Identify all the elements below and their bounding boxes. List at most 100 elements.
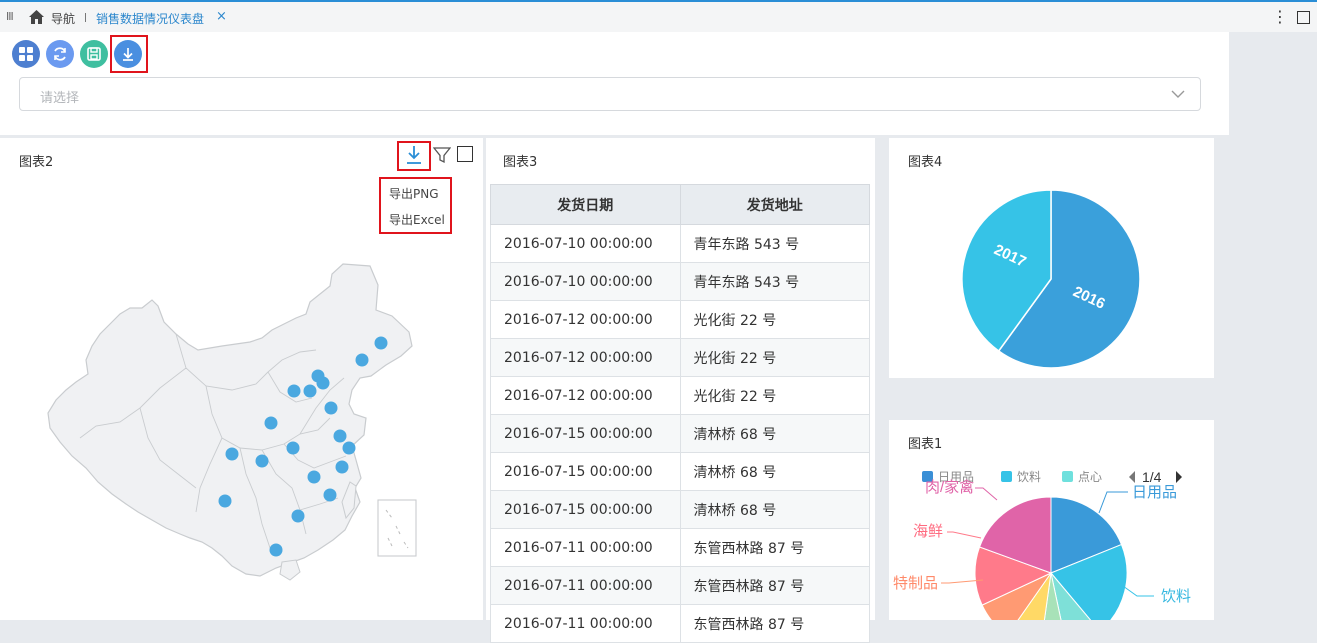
- home-icon[interactable]: [28, 9, 45, 25]
- pie-label-drink: 饮料: [1161, 588, 1191, 605]
- legend-next-icon[interactable]: [1176, 471, 1182, 483]
- pie-label-seafood: 海鲜: [913, 523, 943, 540]
- table-row[interactable]: 2016-07-12 00:00:00 光化街 22 号: [490, 300, 870, 339]
- label-line-seafood: [947, 531, 982, 539]
- filter-panel: 请选择: [0, 32, 1229, 135]
- column-header-date[interactable]: 发货日期: [490, 184, 681, 225]
- grid-icon: [19, 47, 33, 61]
- cell-date: 2016-07-10 00:00:00: [490, 224, 681, 263]
- year-pie-chart: 2016 2017: [961, 189, 1141, 369]
- pie-label-meat: 肉/家禽: [925, 479, 974, 496]
- more-icon[interactable]: ⋮: [1272, 7, 1288, 26]
- table-row[interactable]: 2016-07-12 00:00:00 光化街 22 号: [490, 338, 870, 377]
- download-highlight-box: [110, 35, 148, 73]
- map-point[interactable]: [323, 488, 337, 502]
- cell-address: 光化街 22 号: [679, 376, 870, 415]
- legend-swatch-snack[interactable]: [1062, 471, 1073, 482]
- map-point[interactable]: [335, 460, 349, 474]
- shipping-table: 发货日期 发货地址 2016-07-10 00:00:00 青年东路 543 号 …: [490, 184, 870, 643]
- map-point[interactable]: [286, 441, 300, 455]
- tab-dashboard[interactable]: 销售数据情况仪表盘: [96, 10, 204, 27]
- legend-label-snack[interactable]: 点心: [1078, 470, 1102, 484]
- tab-bar: III 导航 销售数据情况仪表盘 × ⋮: [0, 0, 1317, 32]
- label-line-meat: [975, 487, 998, 501]
- map-point[interactable]: [255, 454, 269, 468]
- cell-date: 2016-07-15 00:00:00: [490, 414, 681, 453]
- map-point[interactable]: [355, 353, 369, 367]
- hainan-island: [279, 559, 301, 581]
- table-row[interactable]: 2016-07-11 00:00:00 东管西林路 87 号: [490, 604, 870, 643]
- cell-date: 2016-07-11 00:00:00: [490, 566, 681, 605]
- save-button[interactable]: [80, 40, 108, 68]
- layout-button[interactable]: [12, 40, 40, 68]
- save-icon: [87, 47, 101, 61]
- refresh-icon: [54, 47, 66, 61]
- map-point[interactable]: [218, 494, 232, 508]
- chart1-panel: 图表1 日用品 饮料 点心 1/4 日用品 饮料 肉/家禽 海鲜 特制品: [889, 420, 1214, 620]
- pie1-slices: [974, 496, 1128, 620]
- map-point[interactable]: [324, 401, 338, 415]
- map-point[interactable]: [264, 416, 278, 430]
- cell-address: 清林桥 68 号: [679, 414, 870, 453]
- map-point[interactable]: [374, 336, 388, 350]
- map-point[interactable]: [269, 543, 283, 557]
- cell-address: 清林桥 68 号: [679, 490, 870, 529]
- cell-date: 2016-07-15 00:00:00: [490, 452, 681, 491]
- china-map: [47, 263, 417, 581]
- map-region-outline: [47, 263, 413, 577]
- maximize-icon[interactable]: [1297, 11, 1310, 24]
- table-row[interactable]: 2016-07-11 00:00:00 东管西林路 87 号: [490, 528, 870, 567]
- table-row[interactable]: 2016-07-15 00:00:00 清林桥 68 号: [490, 490, 870, 529]
- table-row[interactable]: 2016-07-12 00:00:00 光化街 22 号: [490, 376, 870, 415]
- legend-swatch-drink[interactable]: [1001, 471, 1012, 482]
- tab-divider: [85, 13, 86, 22]
- map-point[interactable]: [333, 429, 347, 443]
- table-row[interactable]: 2016-07-10 00:00:00 青年东路 543 号: [490, 262, 870, 301]
- cell-address: 东管西林路 87 号: [679, 566, 870, 605]
- table-row[interactable]: 2016-07-15 00:00:00 清林桥 68 号: [490, 452, 870, 491]
- legend-label-drink[interactable]: 饮料: [1017, 470, 1041, 484]
- pie-label-daily: 日用品: [1132, 484, 1177, 501]
- map-point[interactable]: [316, 376, 330, 390]
- nav-tab-label[interactable]: 导航: [51, 10, 75, 27]
- label-line-drink: [1122, 585, 1154, 597]
- cell-date: 2016-07-10 00:00:00: [490, 262, 681, 301]
- cell-address: 东管西林路 87 号: [679, 604, 870, 643]
- cell-date: 2016-07-12 00:00:00: [490, 376, 681, 415]
- map-point[interactable]: [342, 441, 356, 455]
- table-row[interactable]: 2016-07-10 00:00:00 青年东路 543 号: [490, 224, 870, 263]
- close-icon[interactable]: ×: [216, 9, 227, 24]
- cell-address: 光化街 22 号: [679, 338, 870, 377]
- legend-pager: 1/4: [1142, 469, 1162, 485]
- refresh-button[interactable]: [46, 40, 74, 68]
- map-point[interactable]: [303, 384, 317, 398]
- chart3-panel: 图表3 发货日期 发货地址 2016-07-10 00:00:00 青年东路 54…: [486, 138, 875, 643]
- map-point[interactable]: [291, 509, 305, 523]
- select-placeholder: 请选择: [40, 91, 80, 106]
- cell-date: 2016-07-11 00:00:00: [490, 528, 681, 567]
- cell-address: 东管西林路 87 号: [679, 528, 870, 567]
- cell-date: 2016-07-11 00:00:00: [490, 604, 681, 643]
- cell-address: 青年东路 543 号: [679, 224, 870, 263]
- chart3-title: 图表3: [503, 155, 538, 170]
- cell-address: 光化街 22 号: [679, 300, 870, 339]
- map-point[interactable]: [307, 470, 321, 484]
- sidebar-toggle-icon[interactable]: III: [6, 10, 14, 23]
- cell-address: 清林桥 68 号: [679, 452, 870, 491]
- south-sea-dashes: [385, 509, 409, 549]
- map-point[interactable]: [287, 384, 301, 398]
- legend-prev-icon[interactable]: [1129, 471, 1135, 483]
- cell-date: 2016-07-12 00:00:00: [490, 300, 681, 339]
- column-header-address[interactable]: 发货地址: [679, 184, 870, 225]
- cell-date: 2016-07-15 00:00:00: [490, 490, 681, 529]
- chart2-panel: 图表2 导出PNG 导出Excel: [0, 138, 483, 620]
- pie4-slices: [961, 189, 1141, 369]
- category-pie-chart: 日用品 饮料 点心 1/4 日用品 饮料 肉/家禽 海鲜 特制品: [893, 469, 1191, 620]
- filter-select[interactable]: 请选择: [19, 77, 1201, 111]
- pie-label-special: 特制品: [893, 575, 938, 592]
- table-row[interactable]: 2016-07-15 00:00:00 清林桥 68 号: [490, 414, 870, 453]
- map-point[interactable]: [225, 447, 239, 461]
- table-row[interactable]: 2016-07-11 00:00:00 东管西林路 87 号: [490, 566, 870, 605]
- chart4-panel: 图表4 2016 2017: [889, 138, 1214, 378]
- cell-address: 青年东路 543 号: [679, 262, 870, 301]
